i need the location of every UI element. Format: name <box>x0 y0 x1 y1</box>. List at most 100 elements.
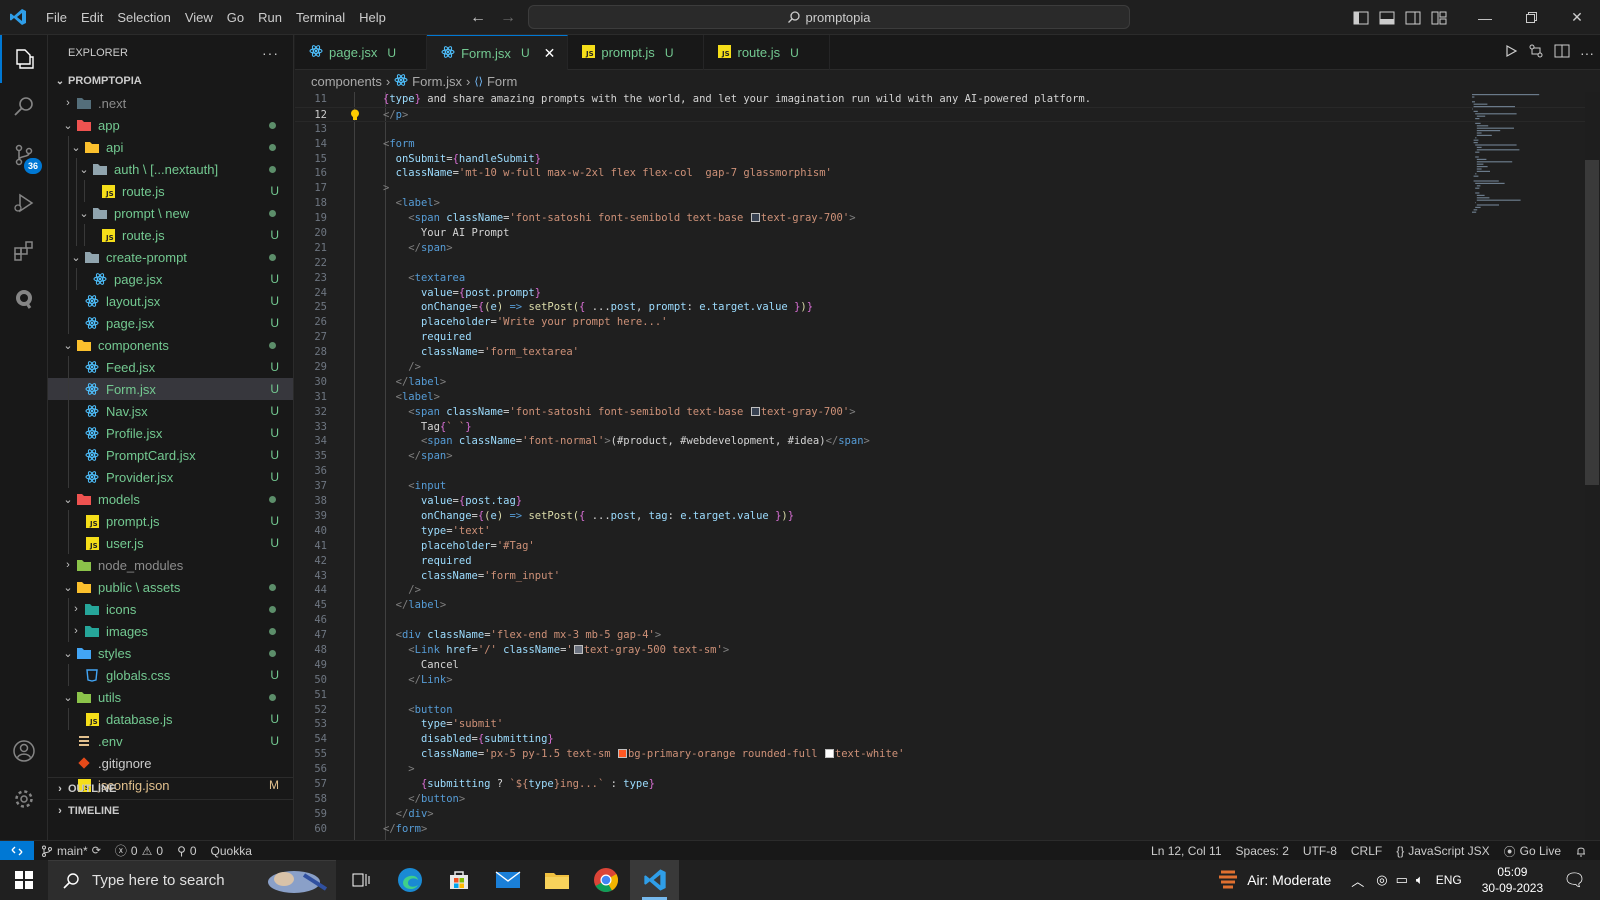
search-view-icon[interactable] <box>0 83 48 131</box>
tree-file[interactable]: PromptCard.jsx U <box>48 444 293 466</box>
tree-folder[interactable]: ⌄ api <box>48 136 293 158</box>
tree-file[interactable]: Form.jsx U <box>48 378 293 400</box>
breadcrumb-symbol[interactable]: Form <box>487 74 517 89</box>
code-line[interactable]: 13 <box>295 122 1585 137</box>
code-line[interactable]: 60 </form> <box>295 822 1585 837</box>
clock[interactable]: 05:09 30-09-2023 <box>1470 864 1555 896</box>
code-line[interactable]: 16 className='mt-10 w-full max-w-2xl fle… <box>295 166 1585 181</box>
task-view-icon[interactable] <box>336 860 385 900</box>
menu-go[interactable]: Go <box>220 0 251 35</box>
taskbar-search[interactable]: Type here to search <box>48 860 336 900</box>
code-line[interactable]: 22 <box>295 256 1585 271</box>
remote-indicator-icon[interactable] <box>0 840 34 861</box>
menu-help[interactable]: Help <box>352 0 393 35</box>
tree-folder[interactable]: › images <box>48 620 293 642</box>
tree-file[interactable]: Nav.jsx U <box>48 400 293 422</box>
editor-more-icon[interactable]: ··· <box>1580 45 1594 61</box>
toggle-panel-icon[interactable] <box>1374 0 1400 35</box>
settings-gear-icon[interactable] <box>0 775 48 823</box>
code-line[interactable]: 11 {type} and share amazing prompts with … <box>295 92 1585 107</box>
code-line[interactable]: 24 value={post.prompt} <box>295 286 1585 301</box>
tree-folder[interactable]: ⌄ styles <box>48 642 293 664</box>
back-arrow-icon[interactable]: ← <box>470 9 486 27</box>
restore-icon[interactable] <box>1508 0 1554 35</box>
code-line[interactable]: 12 </p> <box>295 106 1585 122</box>
tree-file[interactable]: .env U <box>48 730 293 752</box>
code-line[interactable]: 36 <box>295 464 1585 479</box>
code-line[interactable]: 17 > <box>295 181 1585 196</box>
explorer-icon[interactable] <box>0 35 48 83</box>
color-swatch[interactable] <box>824 749 834 759</box>
code-line[interactable]: 57 {submitting ? `${type}ing...` : type} <box>295 777 1585 792</box>
breadcrumb-folder[interactable]: components <box>311 74 382 89</box>
color-swatch[interactable] <box>573 644 583 654</box>
code-line[interactable]: 43 className='form_input' <box>295 569 1585 584</box>
menu-edit[interactable]: Edit <box>74 0 110 35</box>
forward-arrow-icon[interactable]: → <box>500 9 516 27</box>
code-line[interactable]: 33 Tag{` `} <box>295 420 1585 435</box>
tab-form-jsx[interactable]: Form.jsx U ✕ <box>427 35 569 70</box>
tree-file[interactable]: JS prompt.js U <box>48 510 293 532</box>
chevron-up-icon[interactable]: ︿ <box>1343 871 1372 890</box>
source-control-icon[interactable]: 36 <box>0 131 48 179</box>
run-debug-icon[interactable] <box>0 179 48 227</box>
menu-run[interactable]: Run <box>251 0 289 35</box>
weather-widget[interactable]: Air: Moderate <box>1205 868 1343 892</box>
tree-file[interactable]: JS route.js U <box>48 224 293 246</box>
command-center-search[interactable]: promptopia <box>528 5 1130 29</box>
tree-file[interactable]: Provider.jsx U <box>48 466 293 488</box>
notifications-bell-icon[interactable] <box>1568 845 1594 857</box>
indentation[interactable]: Spaces: 2 <box>1229 844 1296 858</box>
code-line[interactable]: 34 <span className='font-normal'>(#produ… <box>295 434 1585 449</box>
code-line[interactable]: 27 required <box>295 330 1585 345</box>
code-line[interactable]: 40 type='text' <box>295 524 1585 539</box>
code-line[interactable]: 48 <Link href='/' className=' text-gray-5… <box>295 643 1585 658</box>
code-line[interactable]: 49 Cancel <box>295 658 1585 673</box>
toggle-primary-sidebar-icon[interactable] <box>1348 0 1374 35</box>
accounts-icon[interactable] <box>0 727 48 775</box>
windows-start-icon[interactable] <box>0 860 48 900</box>
tree-folder[interactable]: ⌄ utils <box>48 686 293 708</box>
chrome-icon[interactable] <box>581 860 630 900</box>
tree-file[interactable]: Feed.jsx U <box>48 356 293 378</box>
code-line[interactable]: 59 </div> <box>295 807 1585 822</box>
tree-file[interactable]: Profile.jsx U <box>48 422 293 444</box>
code-line[interactable]: 31 <label> <box>295 390 1585 405</box>
more-actions-icon[interactable]: ··· <box>262 45 279 61</box>
code-line[interactable]: 46 <box>295 613 1585 628</box>
microsoft-store-icon[interactable] <box>434 860 483 900</box>
edge-browser-icon[interactable] <box>385 860 434 900</box>
network-icon[interactable]: ▭ <box>1392 872 1412 888</box>
split-editor-icon[interactable] <box>1554 44 1570 61</box>
encoding[interactable]: UTF-8 <box>1296 844 1344 858</box>
tab-prompt-js[interactable]: JS prompt.js U <box>568 35 705 70</box>
code-line[interactable]: 50 </Link> <box>295 673 1585 688</box>
volume-icon[interactable]: 🔈︎ <box>1412 872 1428 888</box>
code-line[interactable]: 41 placeholder='#Tag' <box>295 539 1585 554</box>
code-line[interactable]: 39 onChange={(e) => setPost({ ...post, t… <box>295 509 1585 524</box>
tree-folder[interactable]: › .next <box>48 92 293 114</box>
tree-file[interactable]: layout.jsx U <box>48 290 293 312</box>
line-ending[interactable]: CRLF <box>1344 844 1389 858</box>
extensions-icon[interactable] <box>0 227 48 275</box>
code-line[interactable]: 23 <textarea <box>295 271 1585 286</box>
menu-selection[interactable]: Selection <box>110 0 177 35</box>
color-swatch[interactable] <box>617 749 627 759</box>
tree-folder[interactable]: ⌄ app <box>48 114 293 136</box>
code-line[interactable]: 58 </button> <box>295 792 1585 807</box>
mail-icon[interactable] <box>483 860 532 900</box>
code-line[interactable]: 55 className='px-5 py-1.5 text-sm bg-pri… <box>295 747 1585 762</box>
close-window-icon[interactable]: ✕ <box>1554 0 1600 35</box>
minimap[interactable] <box>1470 92 1585 232</box>
tree-folder[interactable]: ⌄ models <box>48 488 293 510</box>
customize-layout-icon[interactable] <box>1426 0 1452 35</box>
tree-folder[interactable]: ⌄ create-prompt <box>48 246 293 268</box>
tab-route-js[interactable]: JS route.js U <box>704 35 830 70</box>
tree-folder[interactable]: › node_modules <box>48 554 293 576</box>
code-line[interactable]: 32 <span className='font-satoshi font-se… <box>295 405 1585 420</box>
meet-now-icon[interactable]: ◎ <box>1372 872 1391 888</box>
toggle-secondary-sidebar-icon[interactable] <box>1400 0 1426 35</box>
timeline-section[interactable]: › TIMELINE <box>48 799 293 822</box>
code-line[interactable]: 21 </span> <box>295 241 1585 256</box>
branch-status[interactable]: main* ⟳ <box>34 844 108 858</box>
